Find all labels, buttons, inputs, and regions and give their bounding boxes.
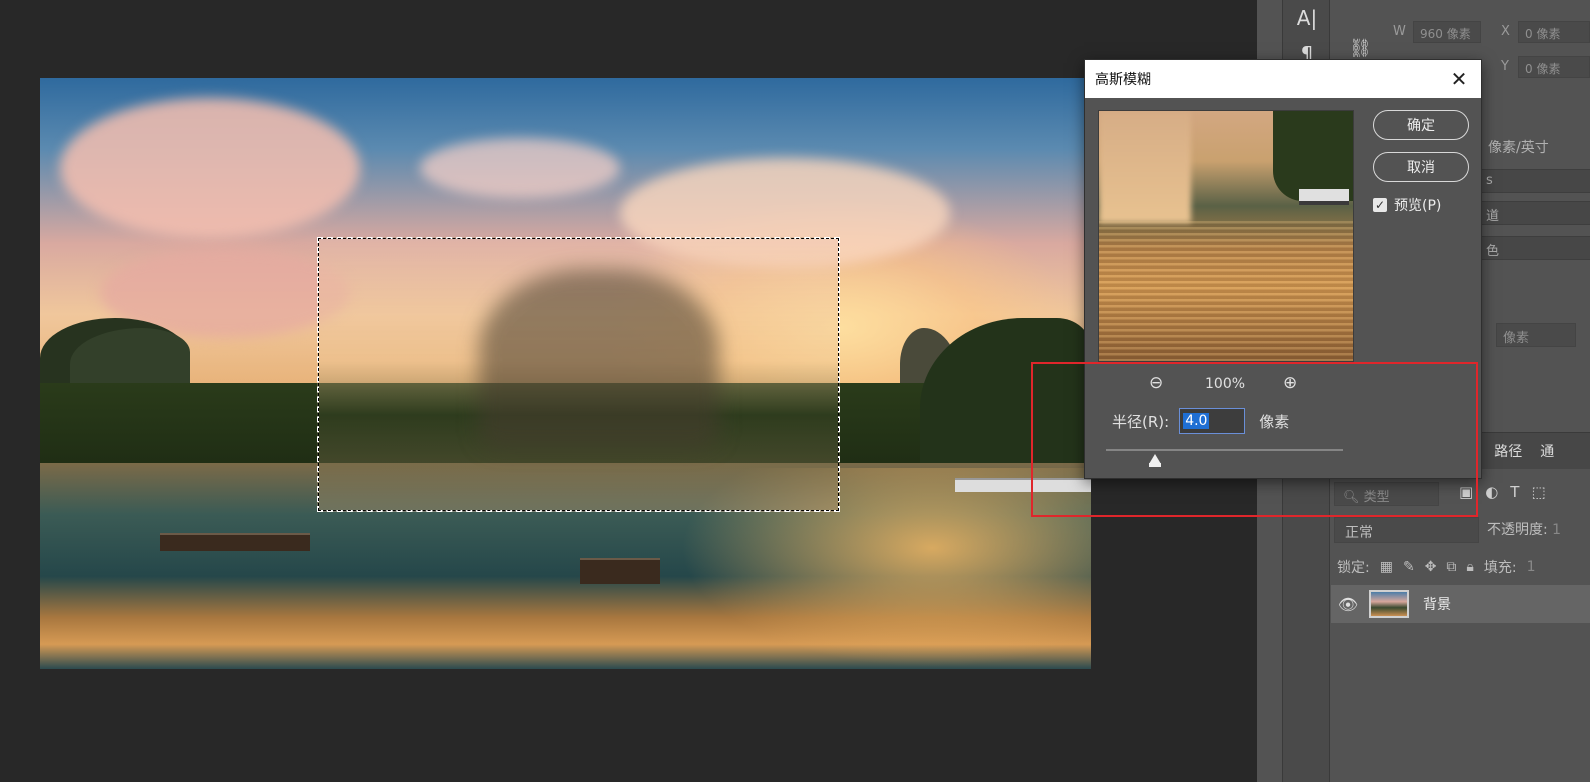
marquee-selection[interactable] (317, 237, 840, 512)
cancel-button[interactable]: 取消 (1373, 152, 1469, 182)
radius-label: 半径(R): (1112, 412, 1170, 431)
preview-checkbox[interactable]: ✓ (1373, 198, 1387, 212)
search-icon: 🔍︎ (1343, 490, 1360, 505)
lock-artboard-icon[interactable]: ⧉ (1446, 559, 1456, 575)
zoom-controls: ⊖ 100% ⊕ (1085, 373, 1483, 397)
fill-value[interactable]: 1 (1527, 559, 1536, 575)
lock-move-icon[interactable]: ✥ (1425, 559, 1437, 575)
boat (955, 478, 1091, 492)
y-field[interactable]: 0 像素 (1518, 56, 1590, 78)
cloud (60, 98, 360, 238)
eye-icon[interactable]: 👁︎ (1331, 595, 1365, 614)
radius-value: 4.0 (1183, 413, 1210, 429)
properties-row-1[interactable]: s (1481, 169, 1590, 193)
image-filter-icon[interactable]: ▣ (1459, 483, 1473, 501)
blurred-mountain (479, 269, 719, 449)
radius-row: 半径(R): 4.0 像素 (1112, 408, 1289, 434)
shape-filter-icon[interactable]: ⬚ (1531, 483, 1545, 501)
x-label: X (1501, 24, 1510, 39)
cloud (420, 138, 620, 198)
lock-all-icon[interactable]: 🔒︎ (1466, 559, 1473, 575)
boat (580, 558, 660, 584)
x-field[interactable]: 0 像素 (1518, 21, 1590, 43)
layers-panel: s 路径 通 🔍︎ 类型 ▣ ◐ T ⬚ 正常 不透明度: 1 锁定: ▦ ✎ … (1331, 432, 1590, 782)
lock-row: 锁定: ▦ ✎ ✥ ⧉ 🔒︎ 填充: 1 (1331, 553, 1590, 581)
type-filter-icon[interactable]: T (1510, 483, 1519, 501)
type-icon[interactable]: A| (1283, 0, 1331, 36)
tab-channels-fragment[interactable]: 通 (1540, 441, 1554, 461)
width-field[interactable]: 960 像素 (1413, 21, 1481, 43)
layer-filter-icons: ▣ ◐ T ⬚ (1459, 483, 1546, 501)
gaussian-blur-dialog: 高斯模糊 ✕ 确定 取消 ✓ 预览(P) ⊖ 100% ⊕ 半径(R): 4.0… (1084, 59, 1482, 479)
radius-input[interactable]: 4.0 (1179, 408, 1246, 434)
radius-slider-thumb-base[interactable] (1149, 463, 1161, 467)
close-icon[interactable]: ✕ (1447, 67, 1471, 91)
preview-checkbox-row[interactable]: ✓ 预览(P) (1373, 195, 1441, 215)
zoom-level: 100% (1205, 376, 1246, 392)
properties-row-2[interactable]: 道 (1481, 201, 1590, 225)
opacity-text: 不透明度: (1487, 522, 1548, 538)
fill-label: 填充: (1483, 560, 1517, 576)
ok-button[interactable]: 确定 (1373, 110, 1469, 140)
adjustment-filter-icon[interactable]: ◐ (1485, 483, 1498, 501)
dialog-title: 高斯模糊 (1095, 72, 1151, 88)
blend-mode-select[interactable]: 正常 (1334, 517, 1479, 543)
canvas-area[interactable] (0, 0, 1257, 782)
preview-trees (1273, 111, 1353, 201)
preview-pane[interactable] (1098, 110, 1354, 362)
radius-slider-track[interactable] (1106, 449, 1343, 451)
layer-name: 背景 (1423, 597, 1451, 613)
layer-row[interactable]: 👁︎ 背景 (1331, 585, 1590, 623)
preview-blurred-region (1099, 111, 1191, 223)
layer-thumbnail (1369, 590, 1409, 618)
boat (160, 533, 310, 551)
w-label: W (1393, 24, 1406, 39)
properties-row-3[interactable]: 色 (1481, 236, 1590, 260)
link-icon[interactable]: ⛓ (1349, 38, 1372, 59)
zoom-in-icon[interactable]: ⊕ (1283, 373, 1297, 393)
tab-paths[interactable]: 路径 (1494, 441, 1522, 461)
opacity-value[interactable]: 1 (1552, 522, 1561, 538)
resolution-unit: 像素/英寸 (1488, 140, 1549, 156)
layer-filter-label: 类型 (1363, 490, 1390, 505)
zoom-out-icon[interactable]: ⊖ (1149, 373, 1163, 393)
unit-field[interactable]: 像素 (1496, 323, 1576, 347)
lock-brush-icon[interactable]: ✎ (1403, 559, 1415, 575)
y-label: Y (1501, 59, 1509, 74)
preview-water (1099, 221, 1353, 361)
layer-filter-select[interactable]: 🔍︎ 类型 (1334, 482, 1439, 506)
dialog-titlebar[interactable]: 高斯模糊 ✕ (1085, 60, 1481, 98)
lock-label: 锁定: (1337, 560, 1370, 576)
radius-unit: 像素 (1259, 412, 1290, 431)
opacity-label: 不透明度: 1 (1487, 519, 1561, 539)
preview-label: 预览(P) (1394, 198, 1442, 214)
lock-transparent-icon[interactable]: ▦ (1380, 559, 1393, 575)
preview-boat (1299, 189, 1349, 205)
